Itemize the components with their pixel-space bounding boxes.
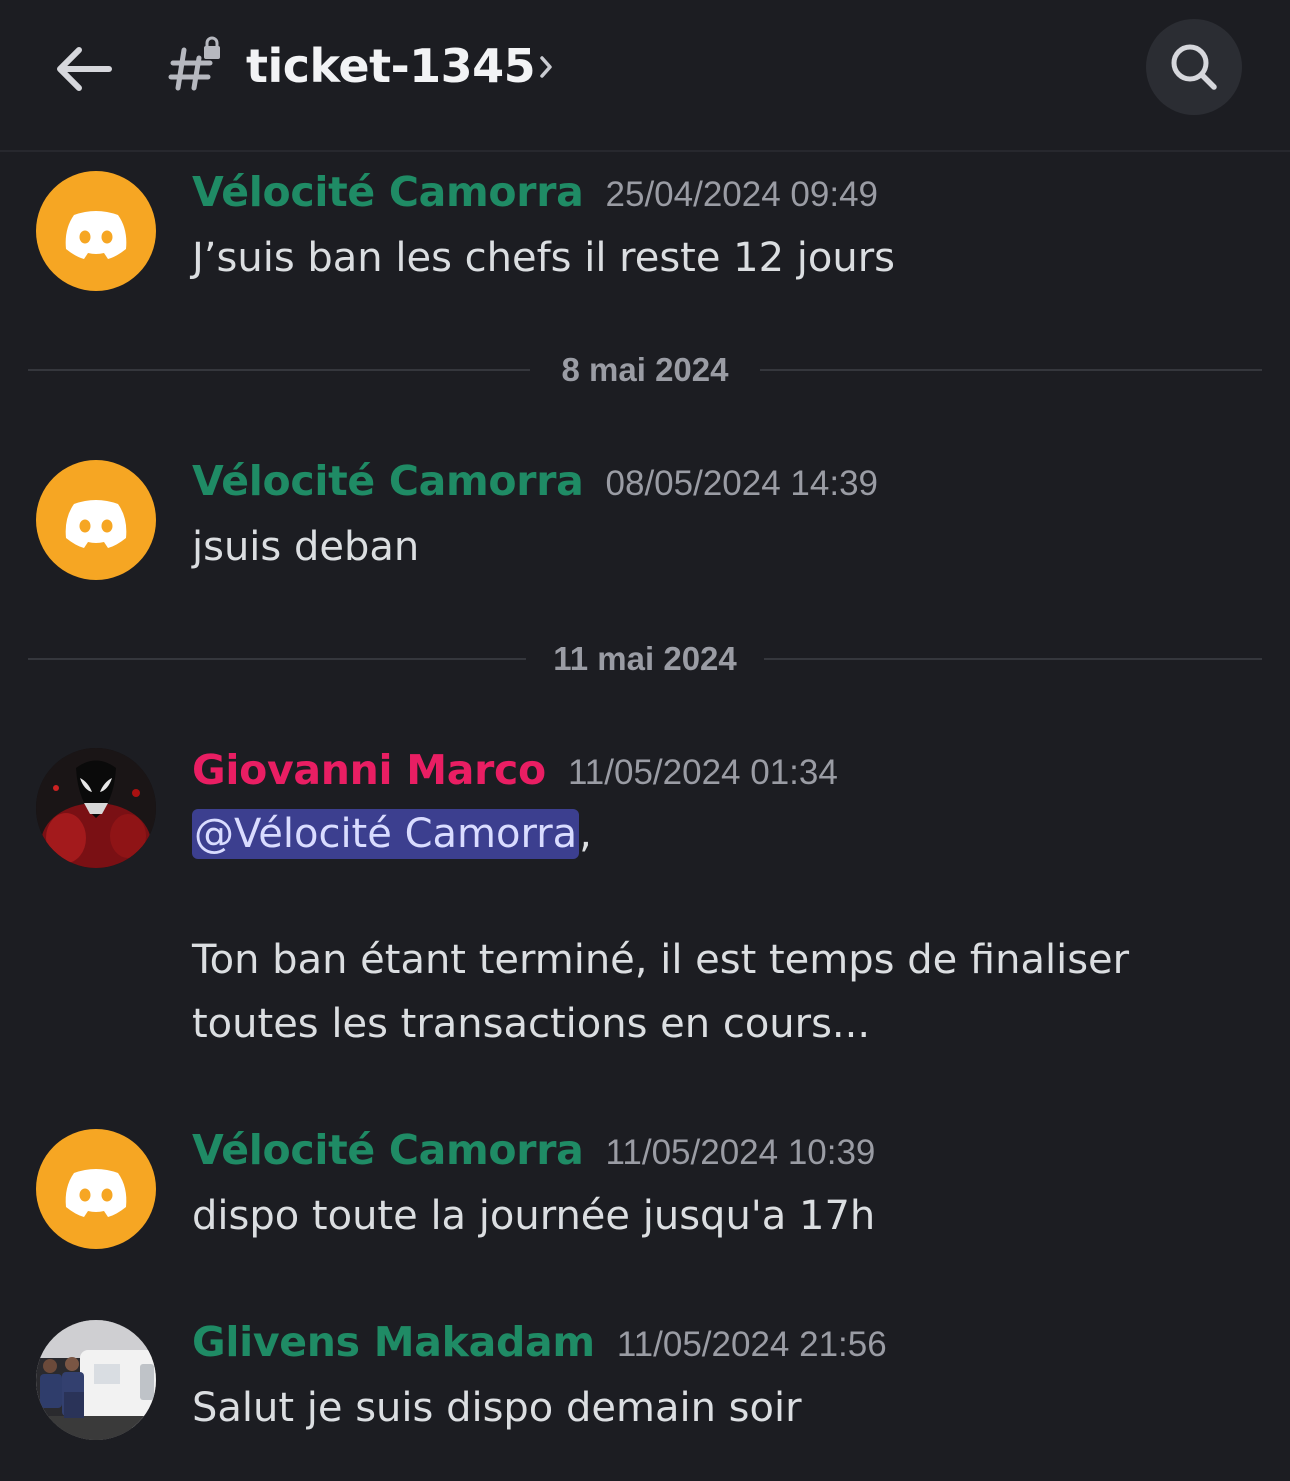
message-text: toutes les transactions en cours... — [192, 1001, 871, 1047]
message-text: jsuis deban — [192, 524, 420, 570]
message[interactable]: Vélocité Camorra 08/05/2024 14:39 jsuis d… — [0, 440, 1290, 600]
avatar[interactable] — [36, 1320, 156, 1440]
message-text: J’suis ban les chefs il reste 12 jours — [192, 235, 896, 281]
search-button[interactable] — [1146, 19, 1242, 115]
discord-logo-icon — [65, 1169, 127, 1217]
discord-logo-icon — [65, 500, 127, 548]
date-divider-label: 11 mai 2024 — [553, 640, 737, 677]
username[interactable]: Vélocité Camorra — [192, 168, 584, 216]
avatar[interactable] — [36, 460, 156, 580]
message[interactable]: Glivens Makadam 11/05/2024 21:56 Salut je… — [0, 1302, 1290, 1472]
channel-name[interactable]: ticket-1345 — [246, 36, 536, 96]
timestamp: 11/05/2024 01:34 — [567, 753, 838, 792]
username[interactable]: Vélocité Camorra — [192, 457, 584, 505]
timestamp: 08/05/2024 14:39 — [605, 464, 878, 503]
locked-hashtag-icon — [168, 36, 224, 96]
search-icon — [1171, 44, 1217, 90]
channel-header: ticket-1345 — [0, 0, 1290, 152]
avatar[interactable] — [36, 171, 156, 291]
mention-suffix: , — [579, 811, 592, 857]
message[interactable]: Vélocité Camorra 11/05/2024 10:39 dispo t… — [0, 1110, 1290, 1270]
date-divider: 8 mai 2024 — [28, 350, 1262, 390]
message-text: Salut je suis dispo demain soir — [192, 1385, 802, 1431]
date-divider-label: 8 mai 2024 — [561, 351, 729, 388]
timestamp: 11/05/2024 21:56 — [616, 1325, 887, 1364]
username[interactable]: Giovanni Marco — [192, 746, 546, 794]
back-button[interactable] — [48, 34, 118, 104]
username[interactable]: Glivens Makadam — [192, 1318, 595, 1366]
arrow-left-icon — [57, 47, 112, 91]
user-mention[interactable]: @Vélocité Camorra — [192, 809, 580, 859]
username[interactable]: Vélocité Camorra — [192, 1126, 584, 1174]
timestamp: 11/05/2024 10:39 — [605, 1133, 876, 1172]
avatar[interactable] — [36, 1129, 156, 1249]
message-text: Ton ban étant terminé, il est temps de f… — [192, 937, 1130, 983]
discord-logo-icon — [65, 211, 127, 259]
message-text: dispo toute la journée jusqu'a 17h — [192, 1193, 876, 1239]
date-divider: 11 mai 2024 — [28, 639, 1262, 679]
avatar-image — [36, 1320, 156, 1440]
timestamp: 25/04/2024 09:49 — [605, 175, 878, 214]
message[interactable]: Giovanni Marco 11/05/2024 01:34 @Vélocité… — [0, 730, 1290, 1070]
chevron-right-icon[interactable] — [536, 50, 558, 84]
avatar[interactable] — [36, 748, 156, 868]
message-text: @Vélocité Camorra, — [192, 802, 592, 866]
message[interactable]: Vélocité Camorra 25/04/2024 09:49 J’suis … — [0, 150, 1290, 310]
avatar-image — [36, 748, 156, 868]
